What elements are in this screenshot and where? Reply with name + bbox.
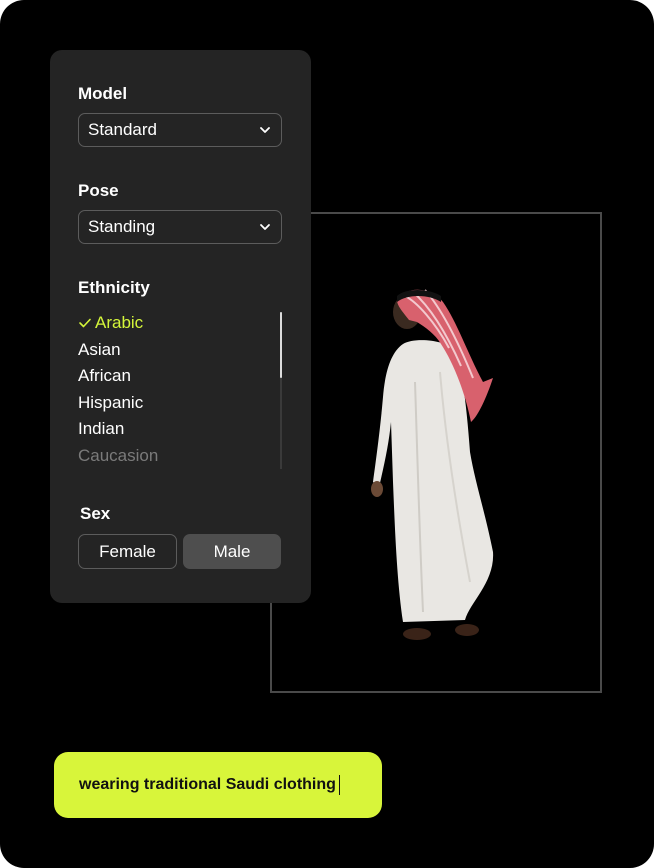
prompt-input-text: wearing traditional Saudi clothing — [79, 776, 336, 793]
chevron-down-icon — [260, 224, 270, 230]
text-caret — [338, 775, 341, 795]
pose-select-value: Standing — [88, 217, 156, 236]
model-select[interactable]: Standard — [78, 113, 282, 147]
ethnicity-option-label: Hispanic — [78, 392, 144, 412]
sex-male-button[interactable]: Male — [183, 534, 281, 569]
ethnicity-scrollbar[interactable] — [280, 312, 282, 469]
model-label: Model — [78, 84, 128, 103]
chevron-down-icon — [260, 127, 270, 133]
generated-figure-image — [371, 289, 494, 640]
ethnicity-option-african[interactable]: African — [78, 363, 282, 390]
model-select-value: Standard — [88, 120, 157, 139]
sex-label: Sex — [80, 504, 111, 523]
ethnicity-option-label: Asian — [78, 339, 121, 359]
pose-label: Pose — [78, 181, 119, 200]
app-canvas: Model Standard Pose Standing Ethnicity A… — [0, 0, 654, 868]
prompt-input[interactable]: wearing traditional Saudi clothing — [54, 752, 382, 818]
ethnicity-option-asian[interactable]: Asian — [78, 337, 282, 364]
sex-female-button[interactable]: Female — [78, 534, 177, 569]
ethnicity-option-caucasion[interactable]: Caucasion — [78, 443, 282, 469]
settings-panel: Model Standard Pose Standing Ethnicity A… — [50, 50, 311, 603]
ethnicity-option-label: Caucasion — [78, 445, 159, 465]
check-icon — [79, 318, 91, 328]
pose-select[interactable]: Standing — [78, 210, 282, 244]
ethnicity-option-arabic[interactable]: Arabic — [78, 310, 282, 337]
ethnicity-label: Ethnicity — [78, 278, 150, 297]
ethnicity-option-indian[interactable]: Indian — [78, 416, 282, 443]
ethnicity-scrollbar-thumb[interactable] — [280, 312, 282, 378]
ethnicity-option-label: African — [78, 366, 131, 385]
ethnicity-option-label: Indian — [78, 419, 125, 438]
ethnicity-list: Arabic Asian African Hispanic Indian Cau… — [78, 310, 282, 468]
ethnicity-option-hispanic[interactable]: Hispanic — [78, 390, 282, 417]
ethnicity-option-label: Arabic — [95, 313, 144, 332]
